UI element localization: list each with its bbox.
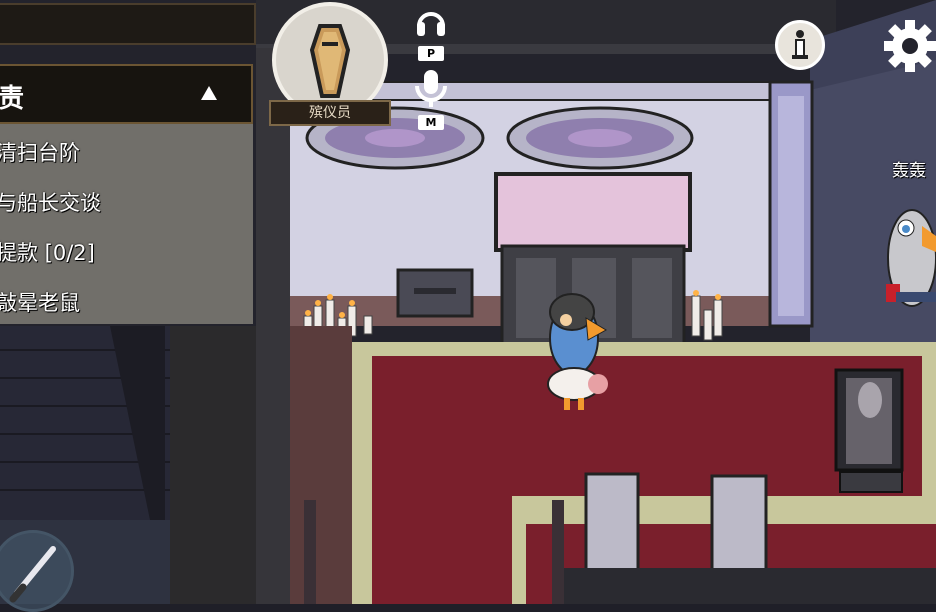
coffin-icon — [309, 24, 351, 98]
task-item[interactable]: 清扫台阶 — [0, 130, 253, 180]
knife-action-button[interactable] — [0, 530, 74, 612]
headphones-hotkey: P — [418, 46, 444, 61]
role-name-label: 殡仪员 — [269, 100, 391, 126]
task-item[interactable]: 敲晕老鼠 — [0, 280, 253, 330]
info-icon — [792, 30, 808, 59]
info-button[interactable] — [775, 20, 825, 70]
collapse-arrow-icon[interactable] — [201, 86, 217, 100]
task-panel: 责 清扫台阶 与船长交谈 提款 [0/2] 敲晕老鼠 — [0, 64, 253, 326]
task-panel-header[interactable]: 责 — [0, 64, 253, 124]
task-panel-title: 责 — [0, 84, 25, 114]
task-item[interactable]: 提款 [0/2] — [0, 230, 253, 280]
task-item[interactable]: 与船长交谈 — [0, 180, 253, 230]
headphones-icon[interactable] — [414, 4, 448, 38]
gear-icon — [884, 20, 936, 72]
settings-button[interactable] — [880, 16, 936, 76]
task-list: 清扫台阶 与船长交谈 提款 [0/2] 敲晕老鼠 — [0, 124, 253, 324]
top-status-bar — [0, 3, 256, 45]
microphone-hotkey: M — [418, 115, 444, 130]
knife-icon — [9, 546, 56, 603]
microphone-icon[interactable] — [411, 68, 451, 110]
other-player-name: 轰轰 — [892, 161, 926, 181]
